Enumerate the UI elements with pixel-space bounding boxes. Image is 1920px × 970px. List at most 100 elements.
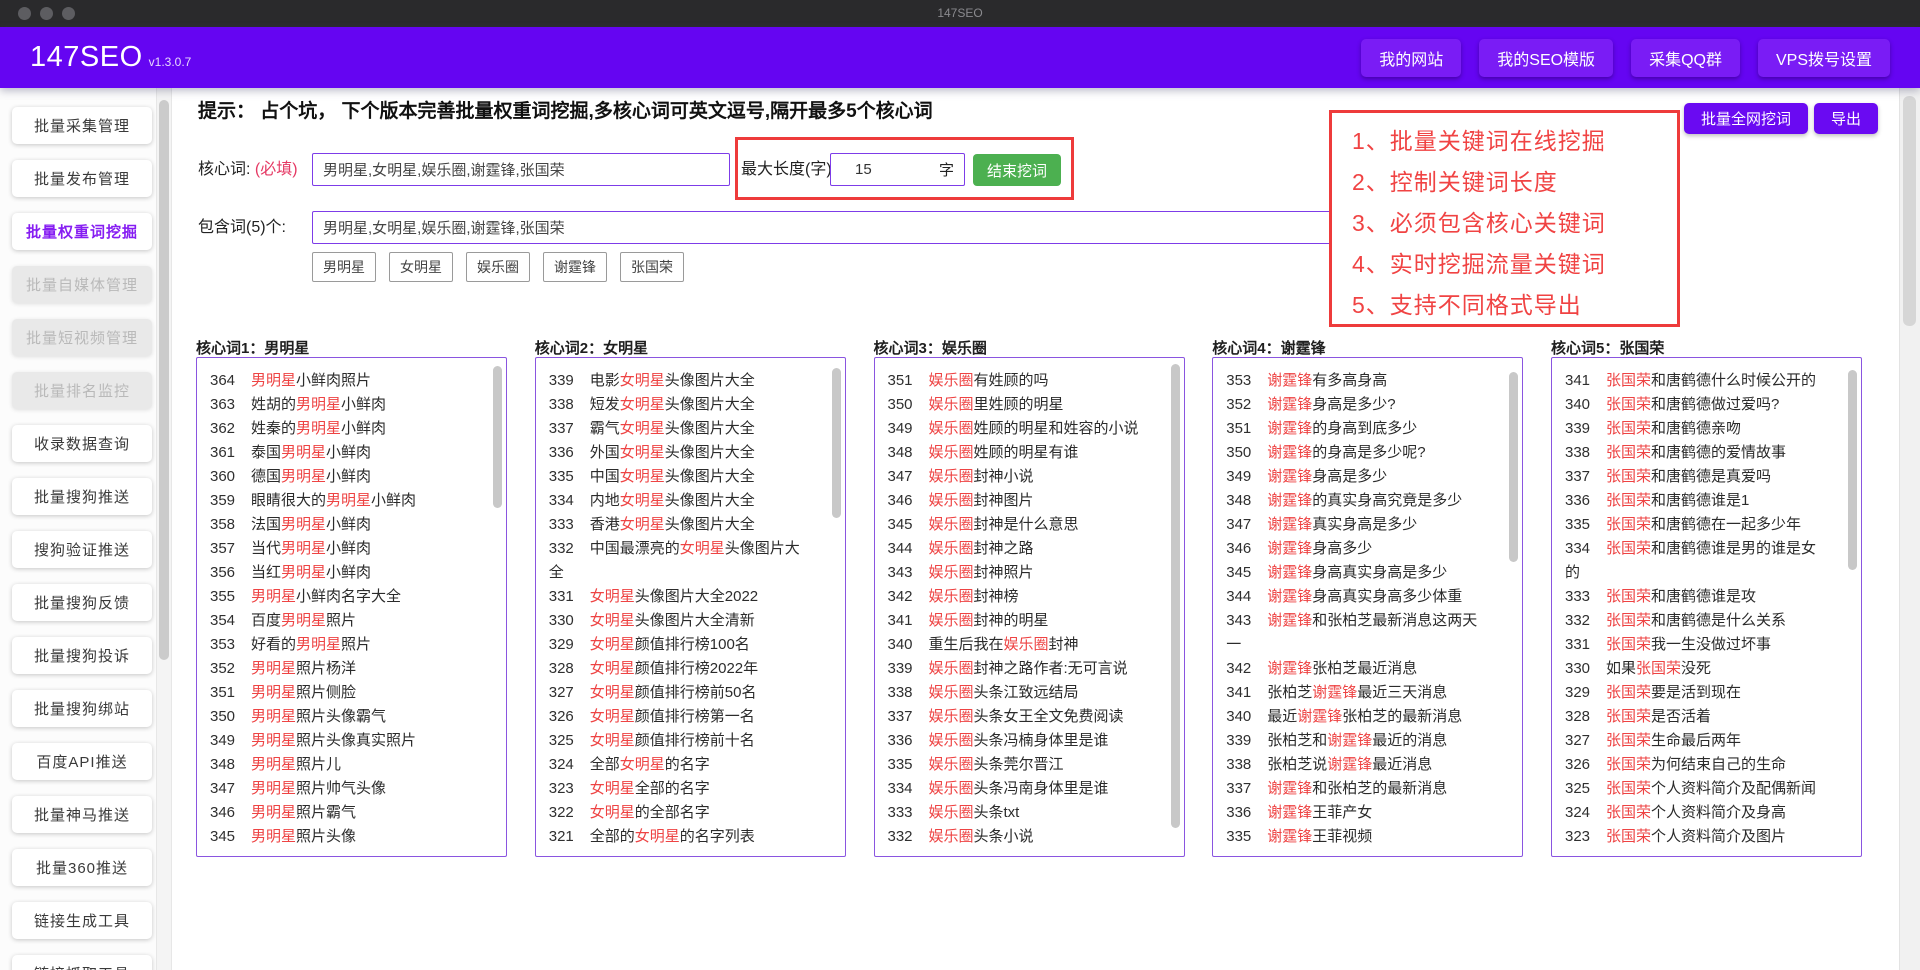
sidebar-item-7[interactable]: 收录数据查询: [12, 425, 152, 462]
keyword-row: 350男明星照片头像霸气: [210, 705, 472, 729]
keyword-row: 334娱乐圈头条冯南身体里是谁: [888, 777, 1150, 801]
rank-number: 329: [1565, 681, 1592, 705]
rank-number: 351: [888, 369, 915, 393]
sidebar-item-1[interactable]: 批量采集管理: [12, 107, 152, 144]
window-close-button[interactable]: [18, 7, 31, 20]
keyword-row: 339张国荣和唐鹤德亲吻: [1565, 417, 1827, 441]
keyword-row: 325女明星颜值排行榜前十名: [549, 729, 811, 753]
keyword-list[interactable]: 339电影女明星头像图片大全338短发女明星头像图片大全337霸气女明星头像图片…: [535, 357, 846, 857]
keyword-row: 337张国荣和唐鹤德是真爱吗: [1565, 465, 1827, 489]
keyword-row: 359眼睛很大的男明星小鲜肉: [210, 489, 472, 513]
rank-number: 345: [210, 825, 237, 849]
keyword-row: 337谢霆锋和张柏芝的最新消息: [1226, 777, 1488, 801]
nav-button-2[interactable]: 我的SEO模版: [1479, 39, 1613, 77]
keyword-highlight: 娱乐圈: [929, 708, 974, 725]
rank-number: 350: [888, 393, 915, 417]
sidebar-scrollbar-thumb[interactable]: [159, 100, 169, 660]
sidebar-item-12[interactable]: 批量搜狗绑站: [12, 690, 152, 727]
column-header: 核心词5：张国荣: [1551, 337, 1862, 357]
keyword-highlight: 女明星: [620, 492, 665, 509]
sidebar-scrollbar[interactable]: [156, 88, 172, 970]
rank-number: 334: [549, 489, 576, 513]
keyword-row: 351娱乐圈有姓顾的吗: [888, 369, 1150, 393]
sidebar-item-4: 批量自媒体管理: [12, 266, 152, 303]
keyword-highlight: 谢霆锋: [1267, 420, 1312, 437]
rank-number: 333: [1565, 585, 1592, 609]
rank-number: 333: [549, 513, 576, 537]
sidebar-item-17[interactable]: 链接抓取工具: [12, 955, 152, 970]
sidebar-item-9[interactable]: 搜狗验证推送: [12, 531, 152, 568]
keyword-row: 348男明星照片儿: [210, 753, 472, 777]
rank-number: 335: [1226, 825, 1253, 849]
keyword-column-4: 核心词4：谢霆锋353谢霆锋有多高身高352谢霆锋身高是多少?351谢霆锋的身高…: [1212, 337, 1523, 857]
keyword-highlight: 谢霆锋: [1312, 684, 1357, 701]
rank-number: 340: [888, 633, 915, 657]
sidebar-item-3[interactable]: 批量权重词挖掘: [12, 213, 152, 250]
sidebar-item-11[interactable]: 批量搜狗投诉: [12, 637, 152, 674]
export-button[interactable]: 导出: [1814, 103, 1878, 134]
sidebar-item-8[interactable]: 批量搜狗推送: [12, 478, 152, 515]
sidebar-item-10[interactable]: 批量搜狗反馈: [12, 584, 152, 621]
keyword-highlight: 张国荣: [1606, 540, 1651, 557]
window-scrollbar[interactable]: [1899, 88, 1920, 970]
keyword-row: 357当代男明星小鲜肉: [210, 537, 472, 561]
keyword-highlight: 男明星: [251, 732, 296, 749]
window-zoom-button[interactable]: [62, 7, 75, 20]
nav-button-1[interactable]: 我的网站: [1361, 39, 1461, 77]
rank-number: 357: [210, 537, 237, 561]
keyword-list[interactable]: 341张国荣和唐鹤德什么时候公开的340张国荣和唐鹤德做过爱吗?339张国荣和唐…: [1551, 357, 1862, 857]
keyword-row: 332中国最漂亮的女明星头像图片大全: [549, 537, 811, 585]
maxlen-label: 最大长度(字):: [741, 153, 836, 186]
column-header: 核心词2：女明星: [535, 337, 846, 357]
rank-number: 344: [1226, 585, 1253, 609]
keyword-row: 361泰国男明星小鲜肉: [210, 441, 472, 465]
keyword-highlight: 张国荣: [1606, 780, 1651, 797]
annotation-overlay: 1、批量关键词在线挖掘2、控制关键词长度3、必须包含核心关键词4、实时挖掘流量关…: [1329, 110, 1680, 327]
sidebar-item-14[interactable]: 批量神马推送: [12, 796, 152, 833]
keyword-highlight: 张国荣: [1606, 468, 1651, 485]
keyword-highlight: 娱乐圈: [929, 540, 974, 557]
sidebar-item-13[interactable]: 百度API推送: [12, 743, 152, 780]
list-scrollbar-thumb[interactable]: [1848, 370, 1857, 570]
list-scrollbar-thumb[interactable]: [1509, 372, 1518, 562]
keyword-row: 334内地女明星头像图片大全: [549, 489, 811, 513]
list-scrollbar-thumb[interactable]: [493, 366, 502, 508]
core-word-input[interactable]: [312, 153, 730, 186]
sidebar-item-2[interactable]: 批量发布管理: [12, 160, 152, 197]
window-scrollbar-thumb[interactable]: [1903, 96, 1916, 326]
keyword-highlight: 娱乐圈: [929, 372, 974, 389]
keyword-highlight: 女明星: [590, 660, 635, 677]
rank-number: 338: [888, 681, 915, 705]
keyword-row: 326女明星颜值排行榜第一名: [549, 705, 811, 729]
keyword-row: 321全部的女明星的名字列表: [549, 825, 811, 849]
keyword-list[interactable]: 353谢霆锋有多高身高352谢霆锋身高是多少?351谢霆锋的身高到底多少350谢…: [1212, 357, 1523, 857]
keyword-highlight: 男明星: [251, 588, 296, 605]
nav-button-4[interactable]: VPS拨号设置: [1758, 39, 1890, 77]
keyword-row: 337霸气女明星头像图片大全: [549, 417, 811, 441]
keyword-highlight: 女明星: [620, 516, 665, 533]
keyword-row: 332娱乐圈头条小说: [888, 825, 1150, 849]
batch-mine-all-button[interactable]: 批量全网挖词: [1684, 103, 1808, 134]
list-scrollbar-thumb[interactable]: [832, 368, 841, 518]
include-word-label: 包含词(5)个:: [198, 211, 286, 244]
keyword-highlight: 女明星: [620, 396, 665, 413]
rank-number: 336: [888, 729, 915, 753]
rank-number: 344: [888, 537, 915, 561]
nav-button-3[interactable]: 采集QQ群: [1631, 39, 1740, 77]
rank-number: 332: [888, 825, 915, 849]
keyword-list[interactable]: 351娱乐圈有姓顾的吗350娱乐圈里姓顾的明星349娱乐圈姓顾的明星和姓容的小说…: [874, 357, 1185, 857]
sidebar-item-15[interactable]: 批量360推送: [12, 849, 152, 886]
rank-number: 336: [1226, 801, 1253, 825]
sidebar-item-16[interactable]: 链接生成工具: [12, 902, 152, 939]
list-scrollbar-thumb[interactable]: [1171, 364, 1180, 828]
rank-number: 353: [210, 633, 237, 657]
keyword-row: 333张国荣和唐鹤德谁是攻: [1565, 585, 1827, 609]
keyword-highlight: 娱乐圈: [929, 684, 974, 701]
maxlen-input[interactable]: [831, 160, 901, 179]
keyword-column-3: 核心词3：娱乐圈351娱乐圈有姓顾的吗350娱乐圈里姓顾的明星349娱乐圈姓顾的…: [874, 337, 1185, 857]
required-label: (必填): [255, 161, 298, 178]
window-minimize-button[interactable]: [40, 7, 53, 20]
stop-mining-button[interactable]: 结束挖词: [973, 154, 1061, 186]
keyword-highlight: 张国荣: [1606, 420, 1651, 437]
keyword-list[interactable]: 364男明星小鲜肉照片363姓胡的男明星小鲜肉362姓秦的男明星小鲜肉361泰国…: [196, 357, 507, 857]
